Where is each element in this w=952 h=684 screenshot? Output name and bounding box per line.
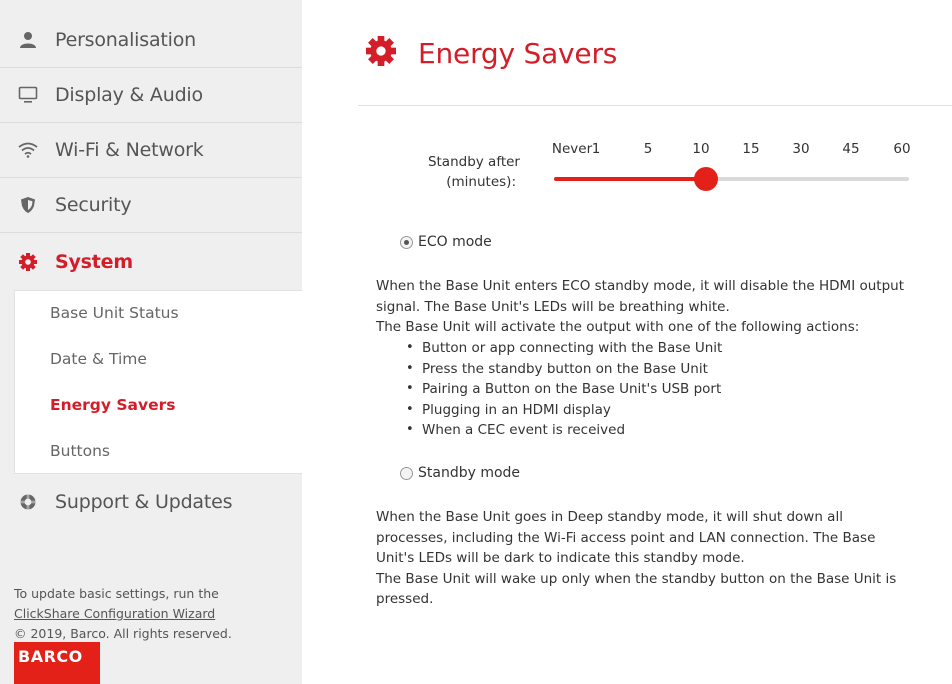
user-icon <box>17 29 39 51</box>
configuration-wizard-link[interactable]: ClickShare Configuration Wizard <box>14 606 215 621</box>
slider-tick-10: 10 <box>692 141 710 157</box>
radio-label: Standby mode <box>418 465 521 481</box>
list-item: Plugging in an HDMI display <box>404 400 722 421</box>
sidebar-item-label: Support & Updates <box>55 490 233 513</box>
standby-description: When the Base Unit goes in Deep standby … <box>376 509 897 607</box>
monitor-icon <box>17 84 39 106</box>
page-title: Energy Savers <box>418 36 618 70</box>
sidebar: Personalisation Display & Audio Wi-Fi & … <box>0 0 302 684</box>
submenu-item-date-time[interactable]: Date & Time <box>50 350 147 368</box>
footer-text: To update basic settings, run the <box>14 586 219 601</box>
eco-description: When the Base Unit enters ECO standby mo… <box>376 278 904 335</box>
slider-tick-45: 45 <box>842 141 860 157</box>
slider-tick-30: 30 <box>792 141 810 157</box>
standby-slider-label: Standby after (minutes): <box>427 154 520 190</box>
sidebar-item-label: Security <box>55 194 132 216</box>
sidebar-item-support-updates[interactable]: Support & Updates <box>0 474 302 529</box>
gear-icon <box>17 251 39 273</box>
gear-icon <box>366 36 396 70</box>
standby-slider-fill <box>554 177 706 181</box>
system-submenu: Base Unit Status Date & Time Energy Save… <box>14 290 302 474</box>
list-item: Press the standby button on the Base Uni… <box>404 359 722 380</box>
sidebar-item-display-audio[interactable]: Display & Audio <box>0 68 302 123</box>
sidebar-item-wifi-network[interactable]: Wi-Fi & Network <box>0 123 302 178</box>
sidebar-item-label: Personalisation <box>55 29 196 51</box>
barco-logo: BARCO <box>14 642 100 684</box>
radio-label: ECO mode <box>418 234 492 250</box>
submenu-item-buttons[interactable]: Buttons <box>50 442 110 460</box>
slider-tick-never: Never <box>551 141 593 157</box>
sidebar-item-label: System <box>55 250 133 273</box>
standby-slider-thumb[interactable] <box>694 167 718 191</box>
slider-tick-15: 15 <box>742 141 760 157</box>
slider-tick-1: 1 <box>591 141 601 157</box>
sidebar-item-personalisation[interactable]: Personalisation <box>0 13 302 68</box>
list-item: Button or app connecting with the Base U… <box>404 338 722 359</box>
copyright-text: © 2019, Barco. All rights reserved. <box>14 626 232 641</box>
slider-tick-60: 60 <box>893 141 911 157</box>
wifi-icon <box>17 139 39 161</box>
eco-mode-radio[interactable]: ECO mode <box>400 234 492 250</box>
submenu-item-base-unit-status[interactable]: Base Unit Status <box>50 304 179 322</box>
eco-wake-actions-list: Button or app connecting with the Base U… <box>404 338 722 441</box>
page-header: Energy Savers <box>366 36 617 70</box>
lifebuoy-icon <box>17 491 39 513</box>
sidebar-footer: To update basic settings, run the ClickS… <box>14 584 232 644</box>
sidebar-item-label: Display & Audio <box>55 84 203 106</box>
shield-icon <box>17 194 39 216</box>
sidebar-item-system[interactable]: System <box>0 234 302 289</box>
standby-mode-radio[interactable]: Standby mode <box>400 465 520 481</box>
radio-button[interactable] <box>400 466 413 480</box>
radio-button[interactable] <box>400 235 413 249</box>
sidebar-item-label: Wi-Fi & Network <box>55 139 204 161</box>
header-divider <box>358 105 952 106</box>
list-item: Pairing a Button on the Base Unit's USB … <box>404 379 722 400</box>
slider-tick-5: 5 <box>643 141 653 157</box>
sidebar-item-security[interactable]: Security <box>0 178 302 233</box>
list-item: When a CEC event is received <box>404 420 722 441</box>
submenu-item-energy-savers[interactable]: Energy Savers <box>50 396 175 414</box>
